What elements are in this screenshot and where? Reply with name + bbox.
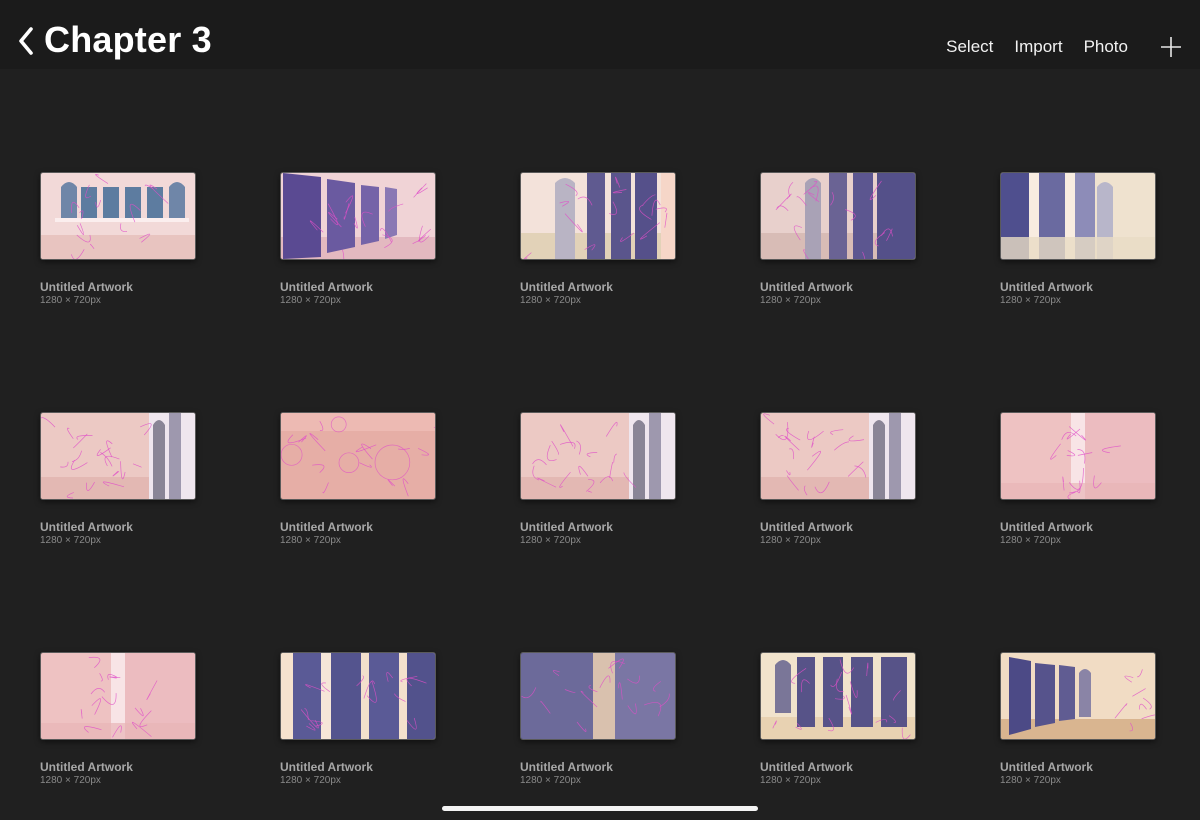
artwork-name[interactable]: Untitled Artwork xyxy=(40,760,196,774)
artwork-name[interactable]: Untitled Artwork xyxy=(280,520,436,534)
artwork-dimensions: 1280 × 720px xyxy=(40,535,101,546)
artwork-name[interactable]: Untitled Artwork xyxy=(280,760,436,774)
artwork-thumbnail[interactable] xyxy=(40,172,196,260)
artwork-card[interactable]: Untitled Artwork 1280 × 720px xyxy=(1000,652,1156,787)
artwork-thumbnail[interactable] xyxy=(520,652,676,740)
artwork-card[interactable]: Untitled Artwork 1280 × 720px xyxy=(40,172,196,307)
artwork-dimensions: 1280 × 720px xyxy=(1000,295,1061,306)
artwork-dimensions: 1280 × 720px xyxy=(520,775,581,786)
artwork-thumbnail[interactable] xyxy=(1000,412,1156,500)
artwork-preview xyxy=(41,173,195,259)
artwork-name[interactable]: Untitled Artwork xyxy=(40,520,196,534)
artwork-name[interactable]: Untitled Artwork xyxy=(760,760,916,774)
artwork-dimensions: 1280 × 720px xyxy=(520,295,581,306)
artwork-dimensions: 1280 × 720px xyxy=(280,535,341,546)
artwork-preview xyxy=(41,413,195,499)
artwork-preview xyxy=(761,173,915,259)
artwork-name[interactable]: Untitled Artwork xyxy=(760,520,916,534)
artwork-preview xyxy=(521,173,675,259)
photo-button[interactable]: Photo xyxy=(1084,36,1128,58)
artwork-dimensions: 1280 × 720px xyxy=(760,295,821,306)
artwork-card[interactable]: Untitled Artwork 1280 × 720px xyxy=(280,652,436,787)
artwork-name[interactable]: Untitled Artwork xyxy=(1000,760,1156,774)
artwork-dimensions: 1280 × 720px xyxy=(280,775,341,786)
artwork-preview xyxy=(521,653,675,739)
select-button[interactable]: Select xyxy=(946,36,993,58)
artwork-preview xyxy=(1001,653,1155,739)
chevron-left-icon[interactable] xyxy=(14,22,40,60)
plus-icon[interactable] xyxy=(1160,36,1182,58)
artwork-thumbnail[interactable] xyxy=(760,172,916,260)
artwork-card[interactable]: Untitled Artwork 1280 × 720px xyxy=(40,652,196,787)
toolbar-actions: Select Import Photo xyxy=(925,36,1182,58)
artwork-preview xyxy=(761,653,915,739)
artwork-card[interactable]: Untitled Artwork 1280 × 720px xyxy=(760,172,916,307)
artwork-card[interactable]: Untitled Artwork 1280 × 720px xyxy=(520,172,676,307)
artwork-preview xyxy=(1001,413,1155,499)
artwork-card[interactable]: Untitled Artwork 1280 × 720px xyxy=(520,412,676,547)
artwork-card[interactable]: Untitled Artwork 1280 × 720px xyxy=(760,412,916,547)
artwork-thumbnail[interactable] xyxy=(1000,172,1156,260)
artwork-card[interactable]: Untitled Artwork 1280 × 720px xyxy=(280,172,436,307)
artwork-thumbnail[interactable] xyxy=(760,412,916,500)
artwork-thumbnail[interactable] xyxy=(280,412,436,500)
home-indicator[interactable] xyxy=(442,806,758,811)
artwork-name[interactable]: Untitled Artwork xyxy=(760,280,916,294)
artwork-name[interactable]: Untitled Artwork xyxy=(520,280,676,294)
artwork-card[interactable]: Untitled Artwork 1280 × 720px xyxy=(280,412,436,547)
artwork-card[interactable]: Untitled Artwork 1280 × 720px xyxy=(1000,412,1156,547)
artwork-preview xyxy=(281,653,435,739)
artwork-preview xyxy=(281,173,435,259)
artwork-preview xyxy=(281,413,435,499)
artwork-card[interactable]: Untitled Artwork 1280 × 720px xyxy=(760,652,916,787)
artwork-preview xyxy=(1001,173,1155,259)
artwork-dimensions: 1280 × 720px xyxy=(760,775,821,786)
import-button[interactable]: Import xyxy=(1014,36,1062,58)
artwork-thumbnail[interactable] xyxy=(40,652,196,740)
artwork-name[interactable]: Untitled Artwork xyxy=(520,760,676,774)
artwork-thumbnail[interactable] xyxy=(1000,652,1156,740)
artwork-name[interactable]: Untitled Artwork xyxy=(520,520,676,534)
artwork-preview xyxy=(521,413,675,499)
artwork-card[interactable]: Untitled Artwork 1280 × 720px xyxy=(1000,172,1156,307)
artwork-card[interactable]: Untitled Artwork 1280 × 720px xyxy=(520,652,676,787)
artwork-name[interactable]: Untitled Artwork xyxy=(40,280,196,294)
artwork-thumbnail[interactable] xyxy=(280,172,436,260)
artwork-name[interactable]: Untitled Artwork xyxy=(1000,520,1156,534)
artwork-dimensions: 1280 × 720px xyxy=(40,775,101,786)
artwork-thumbnail[interactable] xyxy=(40,412,196,500)
artwork-dimensions: 1280 × 720px xyxy=(760,535,821,546)
artwork-name[interactable]: Untitled Artwork xyxy=(1000,280,1156,294)
artwork-dimensions: 1280 × 720px xyxy=(1000,775,1061,786)
page-title: Chapter 3 xyxy=(44,19,212,60)
artwork-dimensions: 1280 × 720px xyxy=(1000,535,1061,546)
artwork-thumbnail[interactable] xyxy=(520,412,676,500)
artwork-name[interactable]: Untitled Artwork xyxy=(280,280,436,294)
artwork-thumbnail[interactable] xyxy=(760,652,916,740)
artwork-dimensions: 1280 × 720px xyxy=(520,535,581,546)
artwork-dimensions: 1280 × 720px xyxy=(40,295,101,306)
artwork-preview xyxy=(761,413,915,499)
artwork-card[interactable]: Untitled Artwork 1280 × 720px xyxy=(40,412,196,547)
top-bar: Chapter 3 Select Import Photo xyxy=(0,0,1200,69)
artwork-thumbnail[interactable] xyxy=(520,172,676,260)
artwork-dimensions: 1280 × 720px xyxy=(280,295,341,306)
artwork-thumbnail[interactable] xyxy=(280,652,436,740)
artwork-preview xyxy=(41,653,195,739)
